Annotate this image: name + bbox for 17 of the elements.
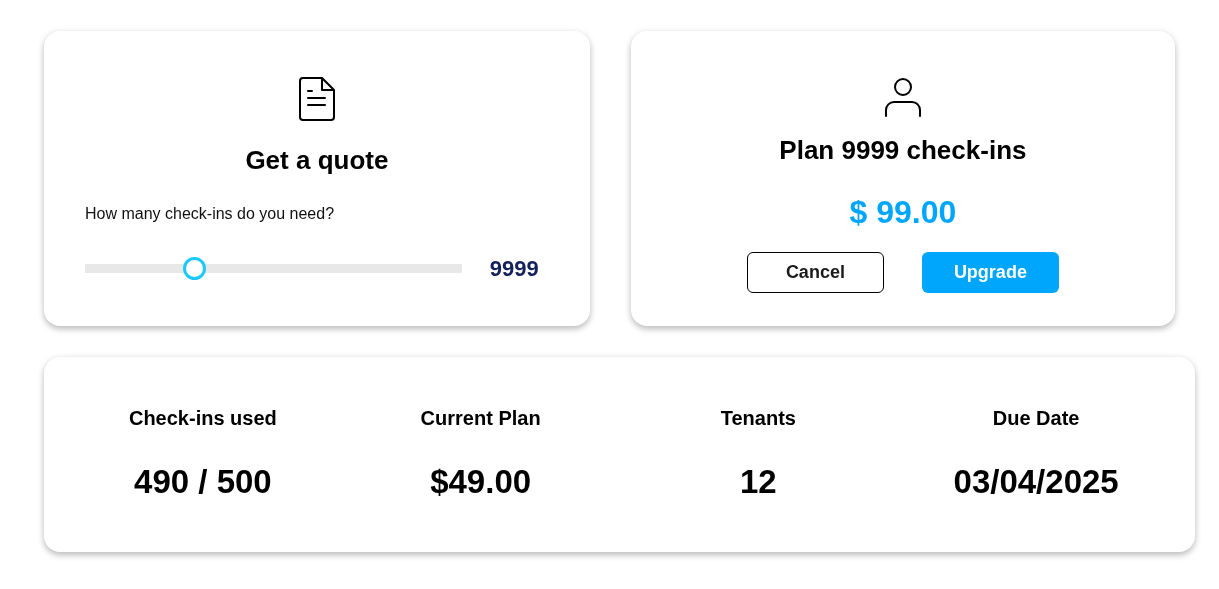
stat-value: 490 / 500 [134, 462, 272, 502]
plan-price: $ 99.00 [849, 193, 957, 232]
stat-label: Tenants [720, 406, 796, 431]
user-icon [883, 77, 922, 117]
stat-value: 12 [740, 462, 777, 502]
question-label: How many check-ins do you need? [85, 204, 335, 224]
document-icon [298, 77, 335, 121]
cancel-button[interactable]: Cancel [746, 252, 884, 293]
stat-label: Due Date [992, 406, 1080, 431]
stat-label: Current Plan [420, 406, 541, 431]
slider-thumb[interactable] [183, 257, 207, 280]
card-title: Get a quote [245, 144, 389, 177]
plan-title: Plan 9999 check-ins [779, 134, 1027, 167]
slider-value: 9999 [489, 255, 539, 283]
stat-value: 03/04/2025 [953, 462, 1119, 502]
stat-label: Check-ins used [128, 406, 277, 431]
stat-value: $49.00 [430, 462, 532, 502]
